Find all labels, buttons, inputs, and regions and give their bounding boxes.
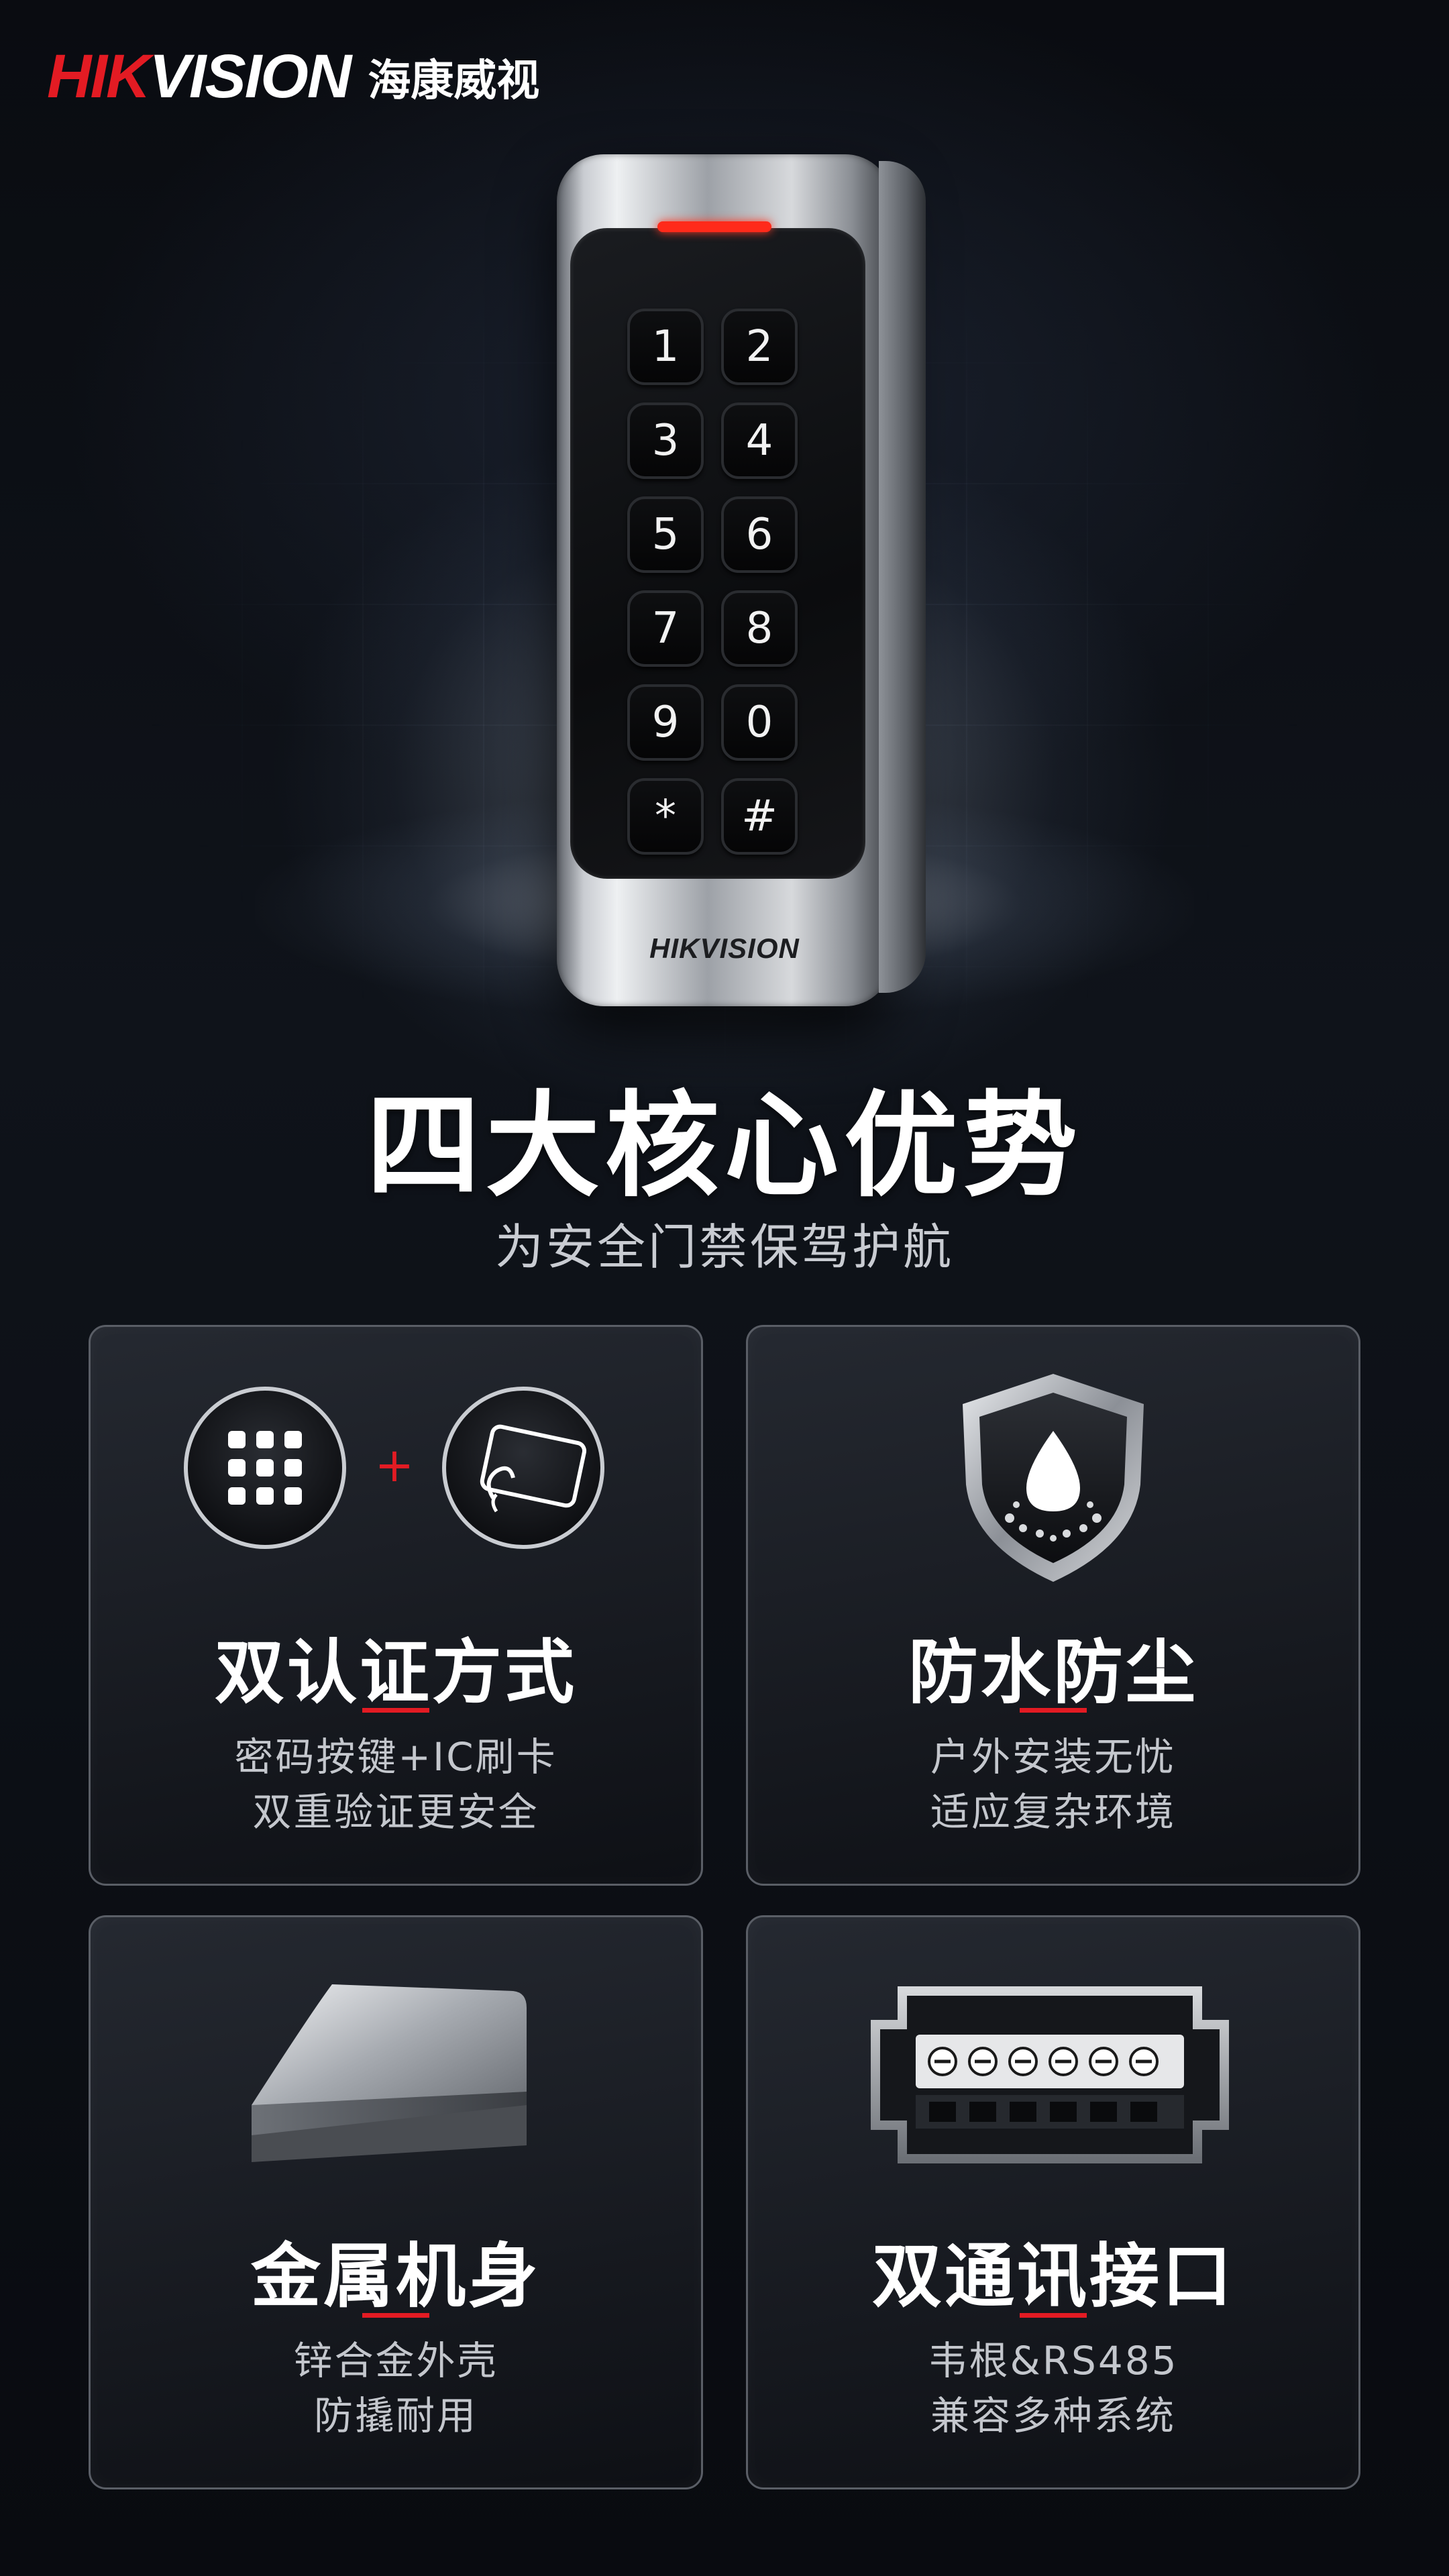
- feature-title: 双认证方式: [214, 1631, 577, 1713]
- terminal-connector-icon: [862, 1978, 1238, 2175]
- page-subtitle: 为安全门禁保驾护航: [494, 1219, 954, 1275]
- accent-divider: [1020, 2313, 1087, 2318]
- metal-block-icon: [231, 1971, 553, 2182]
- key-6: 6: [721, 496, 798, 573]
- keypad-plus-card-icon: +: [181, 1381, 610, 1558]
- feature-desc-line2: 防撬耐用: [313, 2393, 478, 2438]
- device-side-edge: [879, 161, 926, 993]
- feature-desc-line1: 韦根&RS485: [928, 2338, 1179, 2383]
- keypad-card-reader: 1 2 3 4 5 6 7 8 9 0 * # HIKVISION: [557, 154, 926, 1006]
- feature-card-metal-body: 金属机身 锌合金外壳 防撬耐用: [89, 1915, 703, 2489]
- status-led: [657, 221, 771, 232]
- feature-desc-line2: 双重验证更安全: [252, 1789, 539, 1835]
- key-9: 9: [627, 684, 704, 761]
- feature-desc-line2: 兼容多种系统: [930, 2393, 1176, 2438]
- feature-desc-line1: 锌合金外壳: [293, 2338, 498, 2383]
- accent-divider: [362, 1708, 429, 1713]
- logo-vision-text: VISION: [149, 42, 352, 111]
- key-star: *: [627, 778, 704, 855]
- accent-divider: [1020, 1708, 1087, 1713]
- logo-hik-text: HIK: [47, 42, 150, 111]
- svg-text:+: +: [375, 1438, 415, 1493]
- key-1: 1: [627, 309, 704, 385]
- page-title: 四大核心优势: [366, 1080, 1083, 1213]
- feature-title: 双通讯接口: [871, 2235, 1234, 2317]
- key-7: 7: [627, 590, 704, 667]
- feature-title: 防水防尘: [908, 1631, 1198, 1713]
- key-8: 8: [721, 590, 798, 667]
- feature-desc-line2: 适应复杂环境: [930, 1789, 1176, 1835]
- brand-logo: HIK VISION 海康威视: [47, 42, 539, 112]
- device-brand-logo: HIKVISION: [649, 932, 800, 964]
- feature-desc-line1: 户外安装无忧: [930, 1734, 1176, 1780]
- key-2: 2: [721, 309, 798, 385]
- feature-card-waterproof: 防水防尘 户外安装无忧 适应复杂环境: [746, 1325, 1360, 1886]
- device-front-panel: 1 2 3 4 5 6 7 8 9 0 * #: [570, 221, 865, 879]
- waterproof-shield-icon: [949, 1367, 1157, 1591]
- key-4: 4: [721, 402, 798, 479]
- accent-divider: [362, 2313, 429, 2318]
- logo-chinese-text: 海康威视: [368, 56, 540, 106]
- key-5: 5: [627, 496, 704, 573]
- key-3: 3: [627, 402, 704, 479]
- feature-card-dual-interface: 双通讯接口 韦根&RS485 兼容多种系统: [746, 1915, 1360, 2489]
- feature-card-dual-auth: + 双认证方式 密码按键+IC刷卡 双重验证更安全: [89, 1325, 703, 1886]
- feature-title: 金属机身: [250, 2235, 541, 2317]
- key-hash: #: [721, 778, 798, 855]
- key-0: 0: [721, 684, 798, 761]
- feature-desc-line1: 密码按键+IC刷卡: [234, 1734, 557, 1780]
